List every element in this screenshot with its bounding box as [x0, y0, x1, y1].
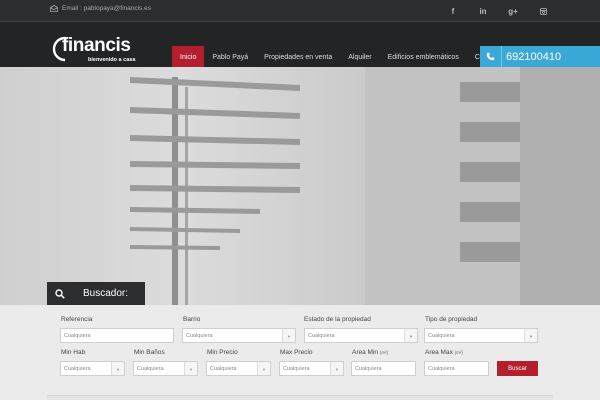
phone-icon [480, 46, 502, 67]
email-contact[interactable]: Email : pablopaya@financis.es [50, 5, 151, 12]
min-banos-select[interactable]: Cualquiera ▼ [133, 361, 198, 376]
label-min-hab: Min Hab [61, 349, 86, 356]
instagram-icon[interactable] [528, 0, 558, 22]
area-max-input[interactable]: Cualquiera [424, 361, 489, 376]
panel-bottom-divider [47, 395, 553, 400]
search-icon [47, 282, 73, 305]
chevron-down-icon: ▼ [189, 367, 193, 372]
envelope-icon [50, 5, 58, 12]
chevron-down-icon: ▼ [116, 367, 120, 372]
referencia-input[interactable]: Cualquiera [60, 328, 174, 343]
linkedin-icon[interactable]: in [468, 0, 498, 22]
min-precio-select[interactable]: Cualquiera ▼ [206, 361, 271, 376]
label-max-precio: Max Precio [280, 349, 313, 356]
nav-item-propiedades-en-venta[interactable]: Propiedades en venta [256, 46, 340, 68]
nav-item-edificios-emblematicos[interactable]: Edificios emblemáticos [380, 46, 467, 68]
chevron-down-icon: ▼ [262, 367, 266, 372]
logo-wordmark: financis [62, 35, 131, 56]
hero-banner-image [0, 67, 600, 305]
label-barrio: Barrio [183, 316, 201, 323]
nav-item-alquiler[interactable]: Alquiler [340, 46, 379, 68]
buscar-button[interactable]: Buscar [497, 361, 538, 376]
email-text: Email : pablopaya@financis.es [62, 5, 151, 12]
phone-number: 692100410 [506, 50, 562, 63]
label-min-banos: Min Baños [134, 349, 165, 356]
chevron-down-icon: ▼ [529, 334, 533, 339]
barrio-select[interactable]: Cualquiera ▼ [182, 328, 296, 343]
tipo-propiedad-select[interactable]: Cualquiera ▼ [424, 328, 538, 343]
social-links: f in g+ [438, 0, 558, 22]
search-tab: Buscador: [47, 282, 145, 305]
phone-contact[interactable]: 692100410 [480, 46, 600, 67]
site-logo[interactable]: financis bienvenido a casa [48, 35, 135, 66]
label-estado-propiedad: Estado de la propiedad [304, 316, 371, 323]
chevron-down-icon: ▼ [287, 334, 291, 339]
estado-propiedad-select[interactable]: Cualquiera ▼ [304, 328, 418, 343]
area-min-input[interactable]: Cualquiera [351, 361, 416, 376]
chevron-down-icon: ▼ [409, 334, 413, 339]
nav-item-pablo-paya[interactable]: Pablo Payá [204, 46, 256, 68]
search-title: Buscador: [83, 288, 129, 299]
google-plus-icon[interactable]: g+ [498, 0, 528, 22]
hero-building-illustration [130, 67, 600, 305]
instagram-glyph [539, 7, 547, 15]
max-precio-select[interactable]: Cualquiera ▼ [279, 361, 344, 376]
main-menu: Inicio Pablo Payá Propiedades en venta A… [172, 46, 511, 68]
chevron-down-icon: ▼ [335, 367, 339, 372]
facebook-icon[interactable]: f [438, 0, 468, 22]
label-referencia: Referencia [61, 316, 93, 323]
label-tipo-propiedad: Tipo de propiedad [425, 316, 478, 323]
label-area-max: Area Max (m²) [425, 349, 463, 356]
top-bar: Email : pablopaya@financis.es f in g+ [0, 0, 600, 22]
label-area-min: Area Min (m²) [352, 349, 389, 356]
label-min-precio: Min Precio [207, 349, 238, 356]
logo-tagline: bienvenido a casa [88, 57, 136, 63]
min-hab-select[interactable]: Cualquiera ▼ [60, 361, 125, 376]
nav-item-inicio[interactable]: Inicio [172, 46, 205, 68]
